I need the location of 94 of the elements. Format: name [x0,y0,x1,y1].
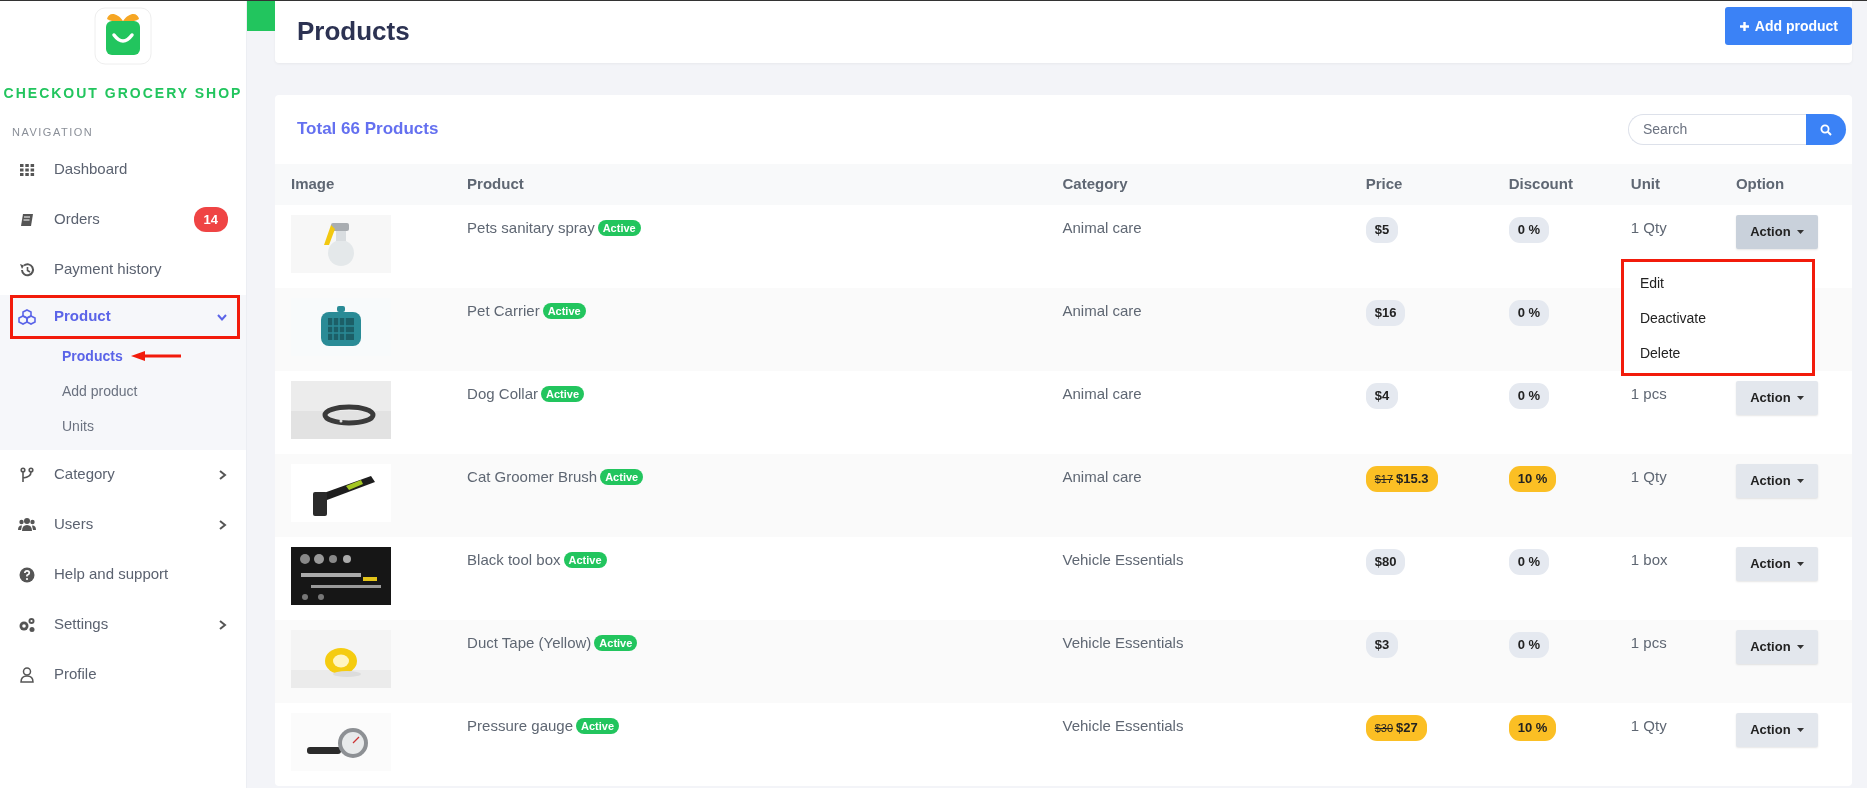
nav-item[interactable]: Dashboard [0,144,246,195]
plus-icon [1738,20,1750,32]
unit-text: 1 box [1630,550,1668,570]
caret-icon [1796,562,1804,566]
column-header: Unit [1630,175,1660,193]
menu-item[interactable]: Delete [1639,340,1812,365]
status-badge: Active [597,220,641,236]
menu-item[interactable]: Edit [1639,270,1812,295]
page-title: Products [297,16,410,48]
caret-icon [1796,230,1804,234]
unit-text: 1 Qty [1630,716,1667,736]
users-icon [18,515,36,534]
product-name: Pet Carrier [467,301,540,321]
search-icon [1820,123,1832,136]
unit-text: 1 Qty [1630,218,1667,238]
category-text: Vehicle Essentials [1062,633,1184,653]
status-badge: Active [542,303,586,319]
discount-tag: 0 % [1508,383,1550,409]
column-header: Category [1062,175,1128,193]
action-dropdown[interactable]: Action [1735,215,1818,249]
caret-icon [1796,728,1804,732]
product-name: Black tool box [467,550,561,570]
branch-icon [18,465,36,484]
status-badge: Active [541,386,584,402]
price-tag: $17 $15.3 [1365,466,1438,492]
column-header: Discount [1508,175,1573,193]
add-product-button[interactable]: Add product [1724,7,1852,45]
category-text: Vehicle Essentials [1062,550,1184,570]
discount-tag: 0 % [1508,217,1550,243]
caret-icon [1796,645,1804,649]
nav-item[interactable]: Settings [0,599,246,650]
search-field[interactable]: Search [1628,114,1806,145]
price-tag: $5 [1365,217,1399,243]
menu-item[interactable]: Deactivate [1639,305,1812,330]
discount-tag: 0 % [1508,549,1550,575]
nav-subitem[interactable]: Units [0,408,94,444]
status-badge: Active [600,469,644,485]
nav-item[interactable]: Category [0,449,246,500]
product-name: Dog Collar [467,384,538,404]
cubes-icon [18,307,36,326]
person-icon [18,665,36,684]
help-icon [18,565,36,584]
status-badge: Active [576,718,620,734]
discount-tag: 10 % [1508,466,1557,492]
category-text: Animal care [1062,384,1142,404]
count-badge: 14 [193,206,228,233]
nav-subitem[interactable]: Products [0,338,123,374]
nav-item[interactable]: Orders 14 [0,194,246,245]
status-badge: Active [594,635,638,651]
product-name: Pets sanitary spray [467,218,595,238]
action-dropdown[interactable]: Action [1735,464,1818,498]
nav-item[interactable]: Help and support [0,549,246,600]
discount-tag: 10 % [1508,715,1557,741]
nav-subitem[interactable]: Add product [0,373,138,409]
logo-icon [94,7,152,65]
price-tag: $3 [1365,632,1399,658]
action-dropdown[interactable]: Action [1735,630,1818,664]
gears-icon [18,615,36,634]
price-tag: $16 [1365,300,1406,326]
price-tag: $80 [1365,549,1406,575]
category-text: Animal care [1062,467,1142,487]
unit-text: 1 pcs [1630,633,1667,653]
caret-icon [1796,396,1804,400]
product-name: Duct Tape (Yellow) [467,633,592,653]
product-name: Pressure gauge [467,716,573,736]
action-dropdown[interactable]: Action [1735,547,1818,581]
accent-bar [247,1,275,31]
brand-name: CHECKOUT GROCERY SHOP [2,84,244,103]
category-text: Vehicle Essentials [1062,716,1184,736]
nav-item[interactable]: Payment history [0,244,246,295]
discount-tag: 0 % [1508,632,1550,658]
unit-text: 1 Qty [1630,467,1667,487]
action-dropdown[interactable]: Action [1735,713,1818,747]
total-count: Total 66 Products [297,119,439,140]
category-text: Animal care [1062,218,1142,238]
nav-item[interactable]: Product [0,294,246,339]
nav-item[interactable]: Users [0,499,246,550]
nav-item[interactable]: Profile [0,649,246,700]
history-icon [18,260,36,279]
price-tag: $30 $27 [1365,715,1427,741]
column-header: Product [467,175,524,193]
action-dropdown[interactable]: Action [1735,381,1818,415]
column-header: Image [291,175,335,193]
column-header: Price [1365,175,1403,193]
column-header: Option [1735,175,1785,193]
product-name: Cat Groomer Brush [467,467,598,487]
discount-tag: 0 % [1508,300,1550,326]
status-badge: Active [563,552,607,568]
category-text: Animal care [1062,301,1142,321]
price-tag: $4 [1365,383,1399,409]
unit-text: 1 pcs [1630,384,1667,404]
caret-icon [1796,479,1804,483]
section-label: NAVIGATION [11,125,95,140]
search-button[interactable] [1806,114,1846,145]
